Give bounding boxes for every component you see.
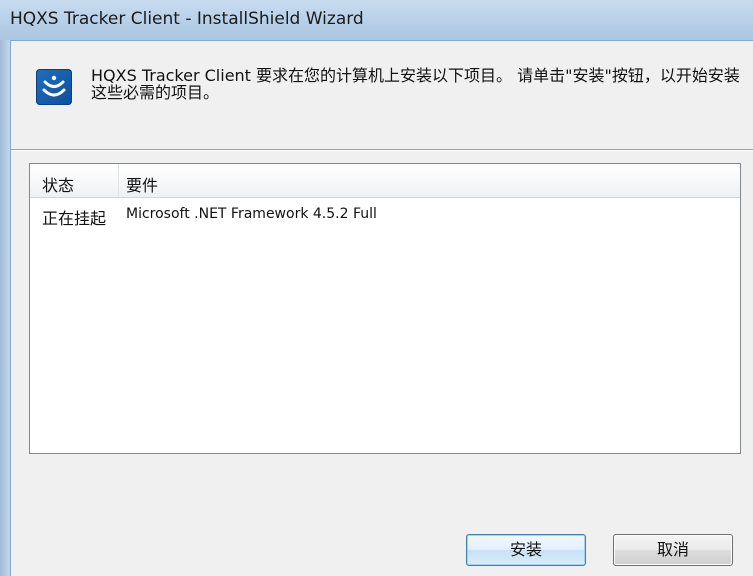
column-header-requirement[interactable]: 要件 — [126, 172, 158, 196]
window-frame-left — [0, 40, 10, 576]
column-separator[interactable] — [118, 164, 119, 197]
install-button[interactable]: 安装 — [466, 534, 586, 566]
column-header-status[interactable]: 状态 — [42, 172, 74, 196]
requirements-list[interactable]: 状态 要件 正在挂起 Microsoft .NET Framework 4.5.… — [29, 163, 741, 454]
requirements-list-header: 状态 要件 — [30, 164, 740, 198]
title-bar[interactable]: HQXS Tracker Client - InstallShield Wiza… — [0, 0, 753, 40]
install-requirements-message: HQXS Tracker Client 要求在您的计算机上安装以下项目。 请单击… — [91, 66, 740, 102]
requirement-name: Microsoft .NET Framework 4.5.2 Full — [126, 206, 377, 222]
requirement-row[interactable]: 正在挂起 Microsoft .NET Framework 4.5.2 Full — [30, 198, 740, 230]
header-panel: HQXS Tracker Client 要求在您的计算机上安装以下项目。 请单击… — [11, 41, 753, 149]
installshield-icon — [36, 69, 72, 105]
cancel-button[interactable]: 取消 — [613, 534, 733, 566]
dialog-client-area: HQXS Tracker Client 要求在您的计算机上安装以下项目。 请单击… — [10, 40, 753, 576]
header-divider-highlight — [11, 150, 753, 151]
requirement-status: 正在挂起 — [42, 209, 107, 228]
installshield-wizard-window: HQXS Tracker Client - InstallShield Wiza… — [0, 0, 753, 576]
window-title: HQXS Tracker Client - InstallShield Wiza… — [10, 9, 364, 29]
